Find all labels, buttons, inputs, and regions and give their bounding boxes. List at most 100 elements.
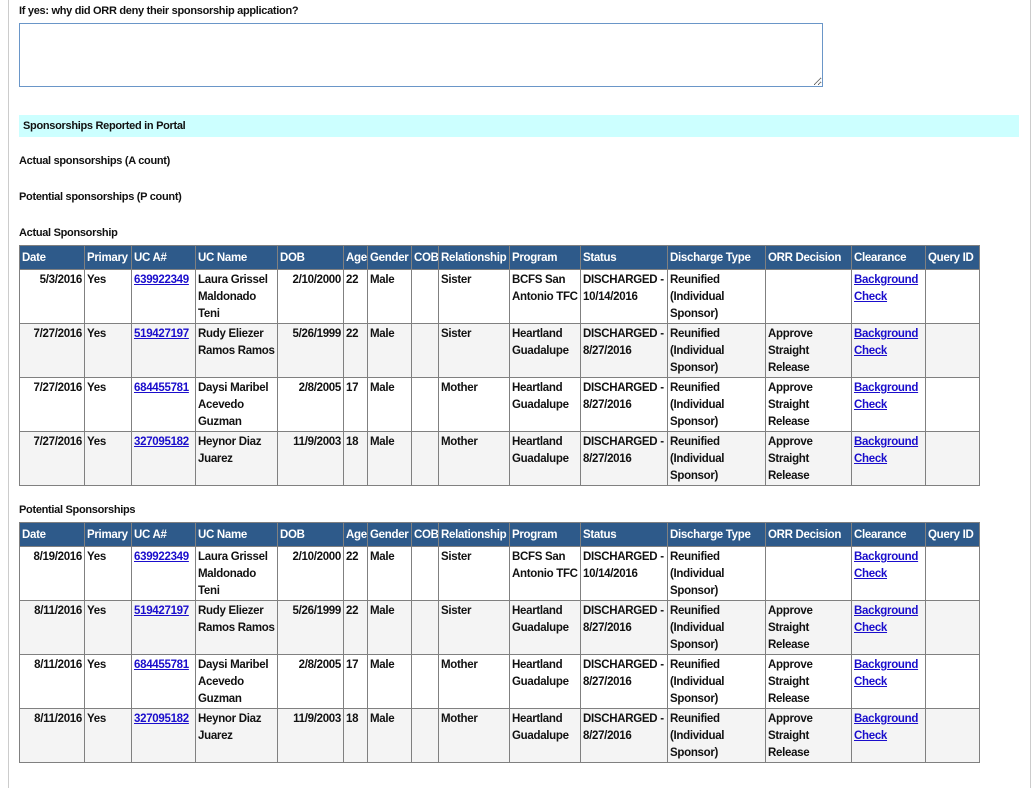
cell-query-id — [925, 708, 980, 763]
background-check-link[interactable]: Background Check — [854, 328, 918, 357]
cell-uc-a-number: 519427197 — [131, 600, 196, 655]
table-row: 5/3/2016 Yes 639922349 Laura Grissel Maldon… — [19, 269, 980, 324]
cell-date: 7/27/2016 — [19, 431, 85, 486]
cell-dob: 5/26/1999 — [277, 323, 344, 378]
cell-cob — [411, 600, 439, 655]
cell-program: Heartland Guadalupe — [509, 377, 581, 432]
background-check-link[interactable]: Background Check — [854, 382, 918, 411]
cell-orr-decision — [765, 269, 852, 324]
cell-uc-a-number: 327095182 — [131, 431, 196, 486]
cell-uc-a-number: 684455781 — [131, 377, 196, 432]
cell-query-id — [925, 600, 980, 655]
column-header-uc-a-number: UC A# — [131, 522, 196, 547]
uc-number-link[interactable]: 684455781 — [134, 659, 189, 671]
cell-dob: 5/26/1999 — [277, 600, 344, 655]
potential-sponsorships-table: Date Primary UC A# UC Name DOB Age Gender COB Re… — [19, 522, 980, 763]
column-header-gender: Gender — [367, 522, 412, 547]
cell-uc-name: Laura Grissel Maldonado Teni — [195, 546, 278, 601]
cell-clearance: Background Check — [851, 431, 926, 486]
cell-gender: Male — [367, 269, 412, 324]
cell-clearance: Background Check — [851, 654, 926, 709]
cell-age: 22 — [343, 323, 368, 378]
table-row: 8/11/2016 Yes 684455781 Daysi Maribel Aceve… — [19, 654, 980, 709]
cell-date: 8/19/2016 — [19, 546, 85, 601]
section-title: Sponsorships Reported in Portal — [23, 120, 186, 132]
cell-primary: Yes — [84, 431, 132, 486]
cell-status: DISCHARGED - 8/27/2016 — [580, 431, 668, 486]
cell-uc-name: Heynor Diaz Juarez — [195, 708, 278, 763]
cell-discharge-type: Reunified (Individual Sponsor) — [667, 323, 766, 378]
uc-number-link[interactable]: 684455781 — [134, 382, 189, 394]
cell-status: DISCHARGED - 8/27/2016 — [580, 708, 668, 763]
column-header-date: Date — [19, 245, 85, 270]
column-header-primary: Primary — [84, 245, 132, 270]
section-header: Sponsorships Reported in Portal — [19, 115, 1019, 137]
column-header-relationship: Relationship — [438, 522, 510, 547]
cell-program: Heartland Guadalupe — [509, 323, 581, 378]
cell-primary: Yes — [84, 546, 132, 601]
column-header-uc-name: UC Name — [195, 522, 278, 547]
cell-uc-name: Daysi Maribel Acevedo Guzman — [195, 654, 278, 709]
column-header-clearance: Clearance — [851, 522, 926, 547]
cell-primary: Yes — [84, 600, 132, 655]
cell-orr-decision: Approve Straight Release — [765, 600, 852, 655]
cell-discharge-type: Reunified (Individual Sponsor) — [667, 600, 766, 655]
cell-clearance: Background Check — [851, 600, 926, 655]
column-header-discharge-type: Discharge Type — [667, 522, 766, 547]
cell-program: Heartland Guadalupe — [509, 708, 581, 763]
cell-primary: Yes — [84, 377, 132, 432]
background-check-link[interactable]: Background Check — [854, 713, 918, 742]
cell-primary: Yes — [84, 323, 132, 378]
cell-date: 8/11/2016 — [19, 708, 85, 763]
uc-number-link[interactable]: 327095182 — [134, 436, 189, 448]
cell-orr-decision — [765, 546, 852, 601]
deny-reason-textarea[interactable] — [19, 23, 823, 87]
cell-uc-a-number: 519427197 — [131, 323, 196, 378]
cell-date: 8/11/2016 — [19, 654, 85, 709]
cell-age: 18 — [343, 431, 368, 486]
background-check-link[interactable]: Background Check — [854, 274, 918, 303]
cell-date: 8/11/2016 — [19, 600, 85, 655]
cell-cob — [411, 708, 439, 763]
column-header-gender: Gender — [367, 245, 412, 270]
cell-query-id — [925, 269, 980, 324]
column-header-age: Age — [343, 245, 368, 270]
background-check-link[interactable]: Background Check — [854, 551, 918, 580]
background-check-link[interactable]: Background Check — [854, 436, 918, 465]
cell-orr-decision: Approve Straight Release — [765, 708, 852, 763]
cell-relationship: Sister — [438, 600, 510, 655]
cell-status: DISCHARGED - 8/27/2016 — [580, 654, 668, 709]
cell-primary: Yes — [84, 269, 132, 324]
background-check-link[interactable]: Background Check — [854, 605, 918, 634]
cell-relationship: Sister — [438, 269, 510, 324]
cell-date: 5/3/2016 — [19, 269, 85, 324]
header-row: Date Primary UC A# UC Name DOB Age Gender COB Re… — [19, 522, 980, 547]
uc-number-link[interactable]: 519427197 — [134, 328, 189, 340]
cell-dob: 2/8/2005 — [277, 654, 344, 709]
uc-number-link[interactable]: 639922349 — [134, 274, 189, 286]
cell-date: 7/27/2016 — [19, 377, 85, 432]
uc-number-link[interactable]: 639922349 — [134, 551, 189, 563]
cell-orr-decision: Approve Straight Release — [765, 377, 852, 432]
cell-date: 7/27/2016 — [19, 323, 85, 378]
cell-age: 17 — [343, 654, 368, 709]
cell-relationship: Mother — [438, 431, 510, 486]
uc-number-link[interactable]: 327095182 — [134, 713, 189, 725]
cell-uc-name: Daysi Maribel Acevedo Guzman — [195, 377, 278, 432]
cell-discharge-type: Reunified (Individual Sponsor) — [667, 431, 766, 486]
cell-query-id — [925, 377, 980, 432]
cell-program: Heartland Guadalupe — [509, 431, 581, 486]
cell-status: DISCHARGED - 8/27/2016 — [580, 323, 668, 378]
actual-count-label: Actual sponsorships (A count) — [19, 155, 171, 167]
cell-cob — [411, 269, 439, 324]
cell-clearance: Background Check — [851, 708, 926, 763]
column-header-query-id: Query ID — [925, 245, 980, 270]
cell-gender: Male — [367, 323, 412, 378]
cell-cob — [411, 654, 439, 709]
cell-program: Heartland Guadalupe — [509, 654, 581, 709]
uc-number-link[interactable]: 519427197 — [134, 605, 189, 617]
cell-orr-decision: Approve Straight Release — [765, 323, 852, 378]
background-check-link[interactable]: Background Check — [854, 659, 918, 688]
cell-dob: 11/9/2003 — [277, 431, 344, 486]
cell-program: Heartland Guadalupe — [509, 600, 581, 655]
